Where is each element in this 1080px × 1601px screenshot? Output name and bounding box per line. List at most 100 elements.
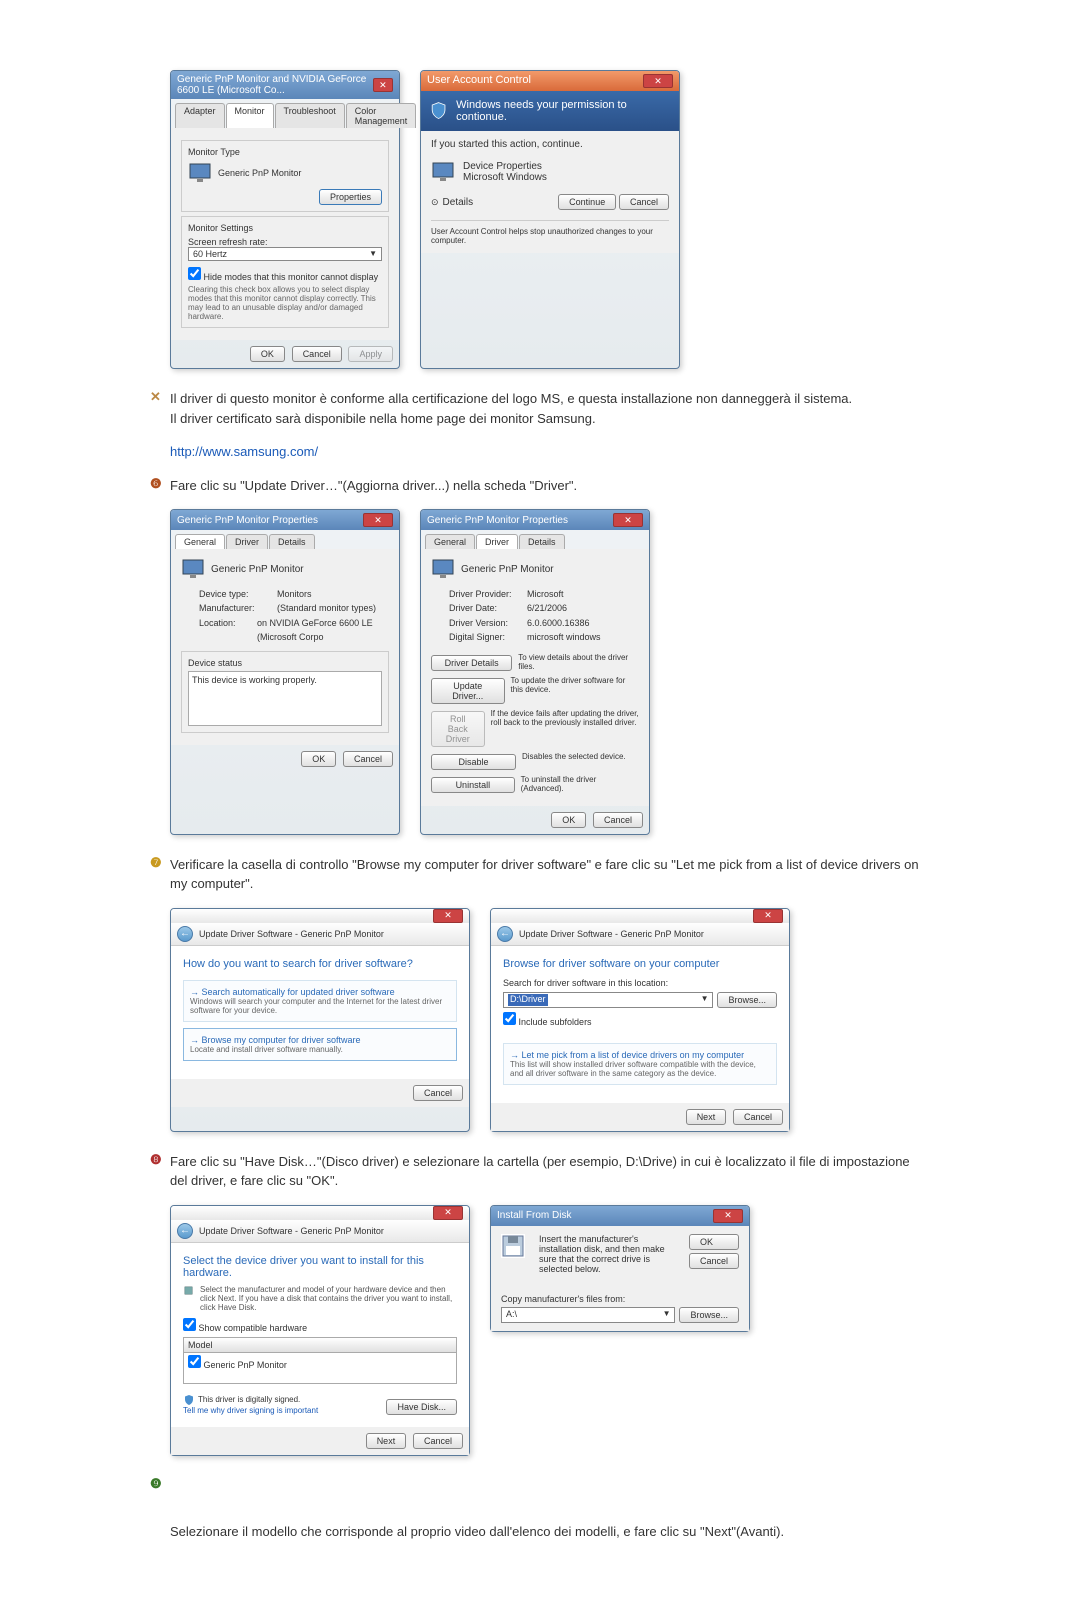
monitor-settings-label: Monitor Settings (188, 223, 382, 233)
wizard-crumb: Update Driver Software - Generic PnP Mon… (199, 929, 384, 939)
cancel-button[interactable]: Cancel (689, 1253, 739, 1269)
cancel-button[interactable]: Cancel (619, 194, 669, 210)
uac-details[interactable]: Details (443, 197, 474, 208)
update-wizard-browse: ✕ ← Update Driver Software - Generic PnP… (490, 908, 790, 1132)
tab-details[interactable]: Details (519, 534, 565, 549)
close-icon[interactable]: ✕ (613, 513, 643, 527)
disable-button[interactable]: Disable (431, 754, 516, 770)
shield-icon (183, 1394, 195, 1406)
browse-computer-option[interactable]: → Browse my computer for driver software… (183, 1028, 457, 1061)
ok-button[interactable]: OK (551, 812, 586, 828)
include-subfolders-checkbox[interactable] (503, 1012, 516, 1025)
back-icon[interactable]: ← (177, 926, 193, 942)
show-compatible-checkbox[interactable] (183, 1318, 196, 1331)
props-name: Generic PnP Monitor (211, 564, 304, 575)
have-disk-button[interactable]: Have Disk... (386, 1399, 457, 1415)
refresh-rate-combo[interactable]: 60 Hertz ▼ (188, 247, 382, 261)
tab-color-mgmt[interactable]: Color Management (346, 103, 417, 128)
cancel-button[interactable]: Cancel (413, 1085, 463, 1101)
cancel-button[interactable]: Cancel (343, 751, 393, 767)
step-marker-9: ❾ (150, 1476, 164, 1492)
props-driver-title: Generic PnP Monitor Properties (427, 515, 568, 526)
update-wizard-search: ✕ ← Update Driver Software - Generic PnP… (170, 908, 470, 1132)
continue-button[interactable]: Continue (558, 194, 616, 210)
wizard-crumb: Update Driver Software - Generic PnP Mon… (199, 1226, 384, 1236)
rollback-driver-button: Roll Back Driver (431, 711, 485, 747)
hide-modes-checkbox[interactable] (188, 267, 201, 280)
cancel-button[interactable]: Cancel (593, 812, 643, 828)
props-general-title: Generic PnP Monitor Properties (177, 515, 318, 526)
driver-details-button[interactable]: Driver Details (431, 655, 512, 671)
search-auto-option[interactable]: → Search automatically for updated drive… (183, 980, 457, 1022)
close-icon[interactable]: ✕ (753, 909, 783, 923)
browse-button[interactable]: Browse... (679, 1307, 739, 1323)
cancel-button[interactable]: Cancel (413, 1433, 463, 1449)
dialog-title-bar: Generic PnP Monitor and NVIDIA GeForce 6… (171, 71, 399, 99)
tab-driver[interactable]: Driver (476, 534, 518, 549)
tab-monitor[interactable]: Monitor (226, 103, 274, 128)
uac-device-properties: Device Properties (463, 161, 547, 172)
back-icon[interactable]: ← (177, 1223, 193, 1239)
tab-adapter[interactable]: Adapter (175, 103, 225, 128)
props-driver-dialog: Generic PnP Monitor Properties ✕ General… (420, 509, 650, 835)
step-marker-6: ❻ (150, 476, 164, 492)
monitor-icon (431, 160, 455, 184)
step8-text: Fare clic su "Have Disk…"(Disco driver) … (170, 1152, 930, 1191)
wizard-heading: Select the device driver you want to ins… (183, 1255, 457, 1279)
ok-button[interactable]: OK (301, 751, 336, 767)
monitor-settings-dialog: Generic PnP Monitor and NVIDIA GeForce 6… (170, 70, 400, 369)
why-signing-link[interactable]: Tell me why driver signing is important (183, 1406, 318, 1415)
tab-troubleshoot[interactable]: Troubleshoot (275, 103, 345, 128)
ok-button[interactable]: OK (250, 346, 285, 362)
dialog-title: Generic PnP Monitor and NVIDIA GeForce 6… (177, 74, 373, 96)
uac-started-text: If you started this action, continue. (431, 139, 669, 150)
path-combo[interactable]: D:\Driver ▼ (503, 992, 713, 1008)
hide-modes-note: Clearing this check box allows you to se… (188, 285, 382, 321)
chevron-down-icon: ▼ (663, 1309, 671, 1321)
samsung-link[interactable]: http://www.samsung.com/ (170, 444, 318, 459)
install-disk-text: Insert the manufacturer's installation d… (539, 1234, 681, 1274)
tab-general[interactable]: General (425, 534, 475, 549)
tab-details[interactable]: Details (269, 534, 315, 549)
next-button[interactable]: Next (366, 1433, 407, 1449)
dialog-tabs: Adapter Monitor Troubleshoot Color Manag… (171, 99, 399, 128)
close-icon[interactable]: ✕ (363, 513, 393, 527)
note5-line1: Il driver di questo monitor è conforme a… (170, 391, 852, 406)
back-icon[interactable]: ← (497, 926, 513, 942)
next-button[interactable]: Next (686, 1109, 727, 1125)
wizard-question: How do you want to search for driver sof… (183, 958, 457, 970)
cancel-button[interactable]: Cancel (292, 346, 342, 362)
note5-line2: Il driver certificato sarà disponibile n… (170, 411, 596, 426)
copy-path-combo[interactable]: A:\ ▼ (501, 1307, 675, 1323)
cancel-button[interactable]: Cancel (733, 1109, 783, 1125)
update-driver-button[interactable]: Update Driver... (431, 678, 505, 704)
step7-text: Verificare la casella di controllo "Brow… (170, 855, 930, 894)
select-device-driver-dialog: ✕ ← Update Driver Software - Generic PnP… (170, 1205, 470, 1456)
close-icon[interactable]: ✕ (373, 78, 393, 92)
uac-headline-bar: Windows needs your permission to contion… (421, 91, 679, 131)
model-item[interactable]: Generic PnP Monitor (184, 1353, 456, 1383)
apply-button: Apply (348, 346, 393, 362)
monitor-name: Generic PnP Monitor (218, 168, 301, 178)
chevron-down-icon: ▼ (369, 249, 377, 259)
browse-button[interactable]: Browse... (717, 992, 777, 1008)
uac-dialog: User Account Control ✕ Windows needs you… (420, 70, 680, 369)
uac-ms-windows: Microsoft Windows (463, 172, 547, 183)
tab-general[interactable]: General (175, 534, 225, 549)
tab-driver[interactable]: Driver (226, 534, 268, 549)
refresh-rate-label: Screen refresh rate: (188, 237, 382, 247)
let-me-pick-option[interactable]: → Let me pick from a list of device driv… (503, 1043, 777, 1085)
close-icon[interactable]: ✕ (433, 1206, 463, 1220)
chevron-down-icon[interactable]: ⊙ (431, 197, 439, 208)
wizard-crumb: Update Driver Software - Generic PnP Mon… (519, 929, 704, 939)
uninstall-button[interactable]: Uninstall (431, 777, 515, 793)
uac-title: User Account Control (427, 74, 531, 88)
hide-modes-label: Hide modes that this monitor cannot disp… (204, 272, 379, 282)
properties-button[interactable]: Properties (319, 189, 382, 205)
ok-button[interactable]: OK (689, 1234, 739, 1250)
close-icon[interactable]: ✕ (433, 909, 463, 923)
search-location-label: Search for driver software in this locat… (503, 978, 777, 988)
step-marker-8: ❽ (150, 1152, 164, 1168)
close-icon[interactable]: ✕ (643, 74, 673, 88)
close-icon[interactable]: ✕ (713, 1209, 743, 1223)
